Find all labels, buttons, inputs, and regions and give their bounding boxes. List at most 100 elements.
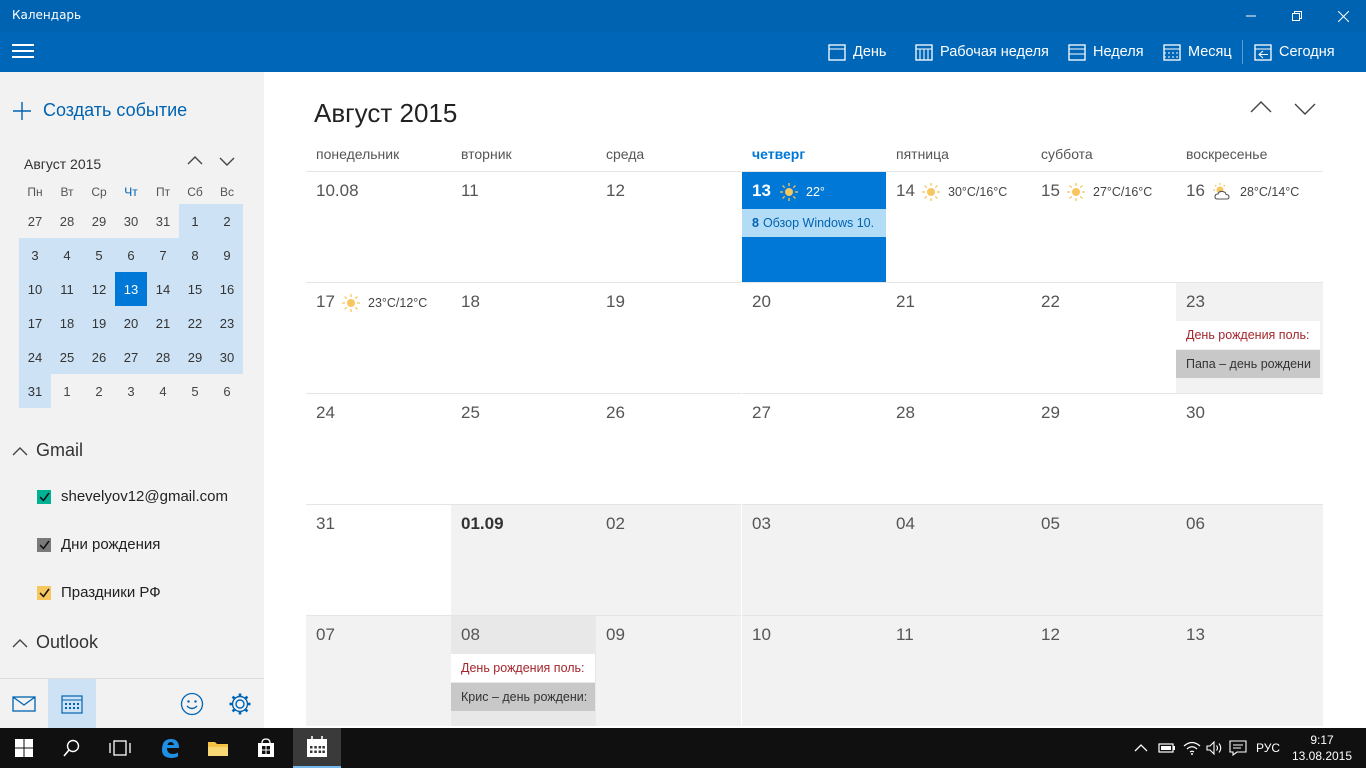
day-cell[interactable]: 23 День рождения поль: Папа – день рожде… — [1176, 282, 1323, 393]
day-cell[interactable]: 25 — [451, 393, 596, 504]
today-button[interactable]: Сегодня — [1254, 32, 1335, 72]
day-cell[interactable]: 10 — [742, 615, 887, 726]
mini-day[interactable]: 27 — [115, 340, 147, 374]
day-cell[interactable]: 29 — [1031, 393, 1176, 504]
edge-button[interactable] — [146, 728, 194, 768]
mini-day[interactable]: 29 — [83, 204, 115, 238]
mini-day[interactable]: 4 — [147, 374, 179, 408]
mini-day[interactable]: 7 — [147, 238, 179, 272]
checkbox-checked-icon[interactable] — [37, 537, 51, 552]
mini-day[interactable]: 22 — [179, 306, 211, 340]
day-cell-today[interactable]: 13 22° 8 Обзор Windows 10. — [742, 171, 886, 282]
mini-day[interactable]: 4 — [51, 238, 83, 272]
calendar-item-birthdays[interactable]: Дни рождения — [37, 536, 160, 553]
mini-day[interactable]: 1 — [51, 374, 83, 408]
calendar-button[interactable] — [48, 679, 96, 729]
month-view-button[interactable]: Месяц — [1163, 32, 1232, 72]
day-cell[interactable]: 24 — [306, 393, 451, 504]
day-cell[interactable]: 14 30°C/16°C — [886, 171, 1031, 282]
battery-icon[interactable] — [1158, 728, 1176, 768]
outlook-group-toggle[interactable]: Outlook — [12, 632, 98, 653]
day-view-button[interactable]: День — [828, 32, 886, 72]
day-cell[interactable]: 31 — [306, 504, 451, 615]
volume-icon[interactable] — [1206, 728, 1224, 768]
clock[interactable]: 9:17 13.08.2015 — [1288, 732, 1356, 764]
mini-day[interactable]: 10 — [19, 272, 51, 306]
calendar-item-gmail[interactable]: shevelyov12@gmail.com — [37, 488, 228, 505]
day-cell[interactable]: 26 — [596, 393, 741, 504]
action-center-icon[interactable] — [1229, 728, 1247, 768]
language-indicator[interactable]: РУС — [1256, 728, 1280, 768]
workweek-view-button[interactable]: Рабочая неделя — [915, 32, 1049, 72]
week-view-button[interactable]: Неделя — [1068, 32, 1144, 72]
new-event-button[interactable]: Создать событие — [12, 100, 187, 121]
mini-day[interactable]: 27 — [19, 204, 51, 238]
mini-day[interactable]: 28 — [51, 204, 83, 238]
mini-day[interactable]: 26 — [83, 340, 115, 374]
mini-day[interactable]: 31 — [19, 374, 51, 408]
next-month-icon[interactable] — [1293, 98, 1317, 118]
day-cell[interactable]: 15 27°C/16°C — [1031, 171, 1176, 282]
mini-day[interactable]: 29 — [179, 340, 211, 374]
day-cell[interactable]: 09 — [596, 615, 741, 726]
event-birthday-user[interactable]: День рождения поль: — [1176, 321, 1320, 349]
mini-day[interactable]: 28 — [147, 340, 179, 374]
mini-day[interactable]: 14 — [147, 272, 179, 306]
day-cell[interactable]: 04 — [886, 504, 1031, 615]
mini-day[interactable]: 25 — [51, 340, 83, 374]
mini-day[interactable]: 3 — [115, 374, 147, 408]
day-cell[interactable]: 06 — [1176, 504, 1323, 615]
day-cell[interactable]: 21 — [886, 282, 1031, 393]
mini-day[interactable]: 2 — [83, 374, 115, 408]
day-cell[interactable]: 07 — [306, 615, 451, 726]
day-cell[interactable]: 02 — [596, 504, 741, 615]
mini-day[interactable]: 11 — [51, 272, 83, 306]
day-cell[interactable]: 13 — [1176, 615, 1323, 726]
mini-day[interactable]: 18 — [51, 306, 83, 340]
mini-day[interactable]: 16 — [211, 272, 243, 306]
mini-next-month-icon[interactable] — [218, 152, 238, 172]
day-cell[interactable]: 19 — [596, 282, 741, 393]
calendar-app-button[interactable] — [293, 728, 341, 768]
mini-day[interactable]: 8 — [179, 238, 211, 272]
store-button[interactable] — [242, 728, 290, 768]
mini-day[interactable]: 31 — [147, 204, 179, 238]
day-cell[interactable]: 27 — [742, 393, 887, 504]
mail-button[interactable] — [0, 679, 48, 729]
day-cell[interactable]: 11 — [451, 171, 596, 282]
hamburger-menu-icon[interactable] — [12, 44, 34, 60]
minimize-button[interactable] — [1228, 0, 1274, 32]
mini-day[interactable]: 6 — [115, 238, 147, 272]
prev-month-icon[interactable] — [1249, 98, 1273, 118]
day-cell[interactable]: 28 — [886, 393, 1031, 504]
mini-day[interactable]: 23 — [211, 306, 243, 340]
mini-day[interactable]: 17 — [19, 306, 51, 340]
restore-button[interactable] — [1274, 0, 1320, 32]
mini-day[interactable]: 15 — [179, 272, 211, 306]
mini-day[interactable]: 5 — [83, 238, 115, 272]
day-cell[interactable]: 08 День рождения поль: Крис – день рожде… — [451, 615, 596, 726]
event-birthday-papa[interactable]: Папа – день рождени — [1176, 350, 1320, 378]
day-cell[interactable]: 20 — [742, 282, 887, 393]
checkbox-checked-icon[interactable] — [37, 489, 51, 504]
task-view-button[interactable] — [96, 728, 144, 768]
mini-day[interactable]: 12 — [83, 272, 115, 306]
start-button[interactable] — [0, 728, 48, 768]
calendar-item-holidays[interactable]: Праздники РФ — [37, 584, 161, 601]
day-cell[interactable]: 18 — [451, 282, 596, 393]
settings-button[interactable] — [216, 679, 264, 729]
day-cell[interactable]: 30 — [1176, 393, 1323, 504]
checkbox-checked-icon[interactable] — [37, 585, 51, 600]
day-cell[interactable]: 05 — [1031, 504, 1176, 615]
day-cell[interactable]: 16 28°C/14°C — [1176, 171, 1323, 282]
mini-day[interactable]: 2 — [211, 204, 243, 238]
mini-day[interactable]: 3 — [19, 238, 51, 272]
mini-day-selected[interactable]: 13 — [115, 272, 147, 306]
event-birthday-kris[interactable]: Крис – день рождени: — [451, 683, 595, 711]
mini-day[interactable]: 9 — [211, 238, 243, 272]
mini-day[interactable]: 20 — [115, 306, 147, 340]
day-cell[interactable]: 11 — [886, 615, 1031, 726]
day-cell[interactable]: 03 — [742, 504, 887, 615]
close-button[interactable] — [1320, 0, 1366, 32]
day-cell[interactable]: 10.08 — [306, 171, 451, 282]
